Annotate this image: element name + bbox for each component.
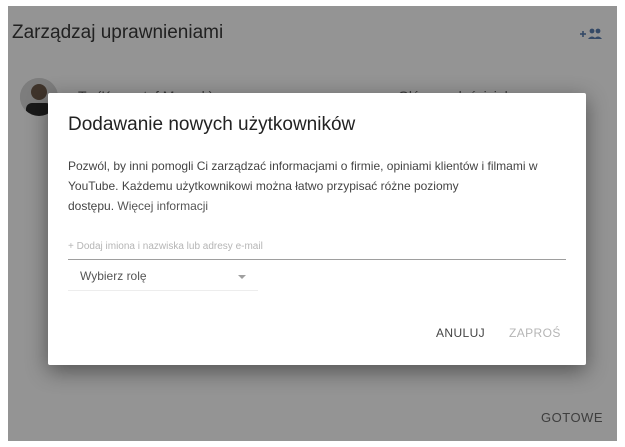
- role-select[interactable]: Wybierz rolę: [68, 262, 258, 291]
- dialog-description: Pozwól, by inni pomogli Ci zarządzać inf…: [68, 156, 568, 216]
- description-line: Pozwól, by inni pomogli Ci zarządzać inf…: [68, 159, 538, 173]
- invite-button: ZAPROŚ: [509, 326, 561, 340]
- cancel-button[interactable]: ANULUJ: [436, 326, 485, 340]
- learn-more-link[interactable]: Więcej informacji: [117, 199, 208, 213]
- description-line: dostępu. Więcej informacji: [68, 196, 568, 216]
- dialog-title: Dodawanie nowych użytkowników: [68, 114, 356, 135]
- email-input[interactable]: [68, 233, 566, 260]
- description-line: YouTube. Każdemu użytkownikowi można łat…: [68, 179, 459, 193]
- add-users-dialog: Dodawanie nowych użytkowników Pozwól, by…: [48, 93, 586, 365]
- role-select-label: Wybierz rolę: [80, 269, 147, 283]
- description-text: dostępu.: [68, 199, 115, 213]
- role-select-underline: [68, 290, 258, 291]
- caret-down-icon: [238, 275, 246, 279]
